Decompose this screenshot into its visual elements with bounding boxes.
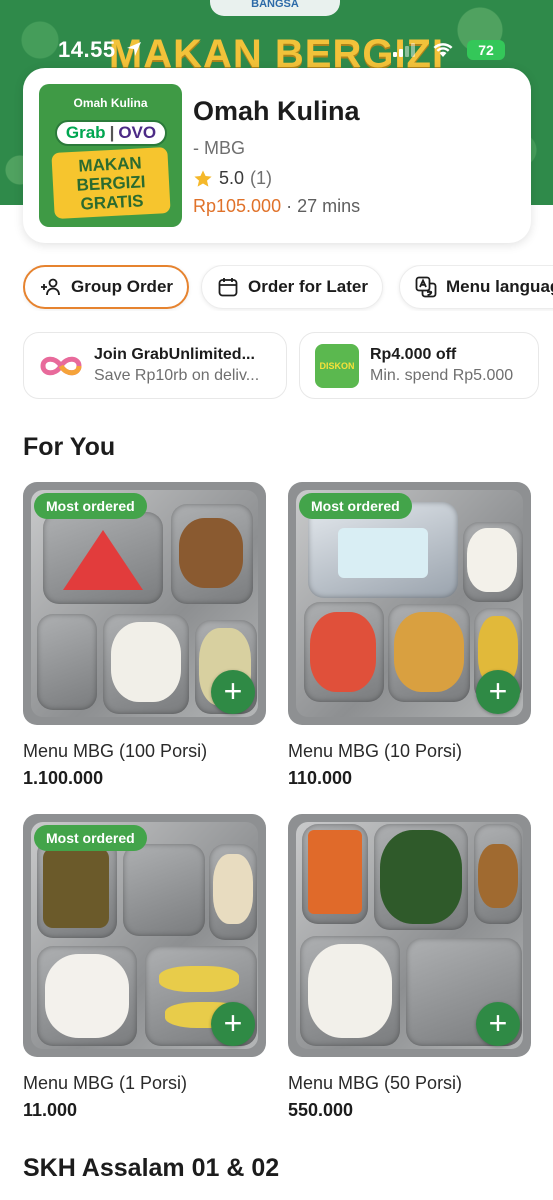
rating-value: 5.0 [219, 168, 245, 188]
promo-title: Join GrabUnlimited... [94, 346, 255, 363]
item-name: Menu MBG (10 Porsi) [288, 741, 463, 761]
menu-item-image[interactable]: Most ordered + [23, 814, 266, 1057]
menu-item-card[interactable]: Most ordered + Menu MBG (10 Porsi) 110.0… [288, 482, 531, 789]
group-add-icon [41, 278, 60, 296]
section-title-for-you: For You [23, 433, 116, 461]
store-logo: Omah Kulina Grab | OVO MAKAN BERGIZI GRA… [39, 84, 182, 227]
logo-brand-left: Grab [65, 123, 106, 142]
diskon-icon-text: DISKON [315, 343, 359, 388]
battery-indicator: 72 [467, 40, 505, 60]
promo-subtitle: Min. spend Rp5.000 [370, 367, 514, 384]
item-price: 550.000 [288, 1100, 354, 1120]
item-name: Menu MBG (100 Porsi) [23, 741, 208, 761]
diskon-icon: DISKON [314, 343, 360, 389]
add-to-cart-button[interactable]: + [476, 1002, 520, 1046]
menu-item-card[interactable]: + Menu MBG (50 Porsi) 550.000 [288, 814, 531, 1121]
chip-label: Menu languag [446, 277, 553, 296]
store-info-card: Omah Kulina Grab | OVO MAKAN BERGIZI GRA… [23, 68, 531, 243]
store-name: Omah Kulina [193, 96, 360, 126]
chip-label: Order for Later [248, 277, 368, 296]
order-for-later-chip[interactable]: Order for Later [201, 265, 383, 309]
promo-discount[interactable]: DISKON Rp4.000 off Min. spend Rp5.000 [299, 332, 539, 399]
calendar-icon [218, 278, 238, 297]
logo-brand-right: OVO [118, 123, 157, 142]
menu-item-card[interactable]: Most ordered + Menu MBG (1 Porsi) 11.000 [23, 814, 266, 1121]
grab-unlimited-icon [38, 343, 84, 389]
item-price: 110.000 [288, 768, 353, 788]
logo-line-3: GRATIS [80, 190, 144, 214]
menu-item-card[interactable]: Most ordered + Menu MBG (100 Porsi) 1.10… [23, 482, 266, 789]
star-icon [194, 170, 212, 187]
store-rating[interactable]: 5.0 (1) [193, 168, 272, 189]
rating-count: (1) [250, 168, 273, 188]
status-time: 14.55 [58, 37, 116, 62]
menu-item-image[interactable]: Most ordered + [288, 482, 531, 725]
action-chips-row: Group Order Order for Later Menu languag [23, 265, 553, 311]
add-to-cart-button[interactable]: + [211, 670, 255, 714]
cellular-signal-icon [393, 43, 415, 57]
item-price: 1.100.000 [23, 768, 104, 788]
promo-grab-unlimited[interactable]: Join GrabUnlimited... Save Rp10rb on del… [23, 332, 287, 399]
store-eta: · 27 mins [281, 196, 361, 216]
translate-icon [415, 276, 437, 298]
logo-top-text: Omah Kulina [73, 96, 148, 110]
menu-language-chip[interactable]: Menu languag [399, 265, 553, 309]
location-arrow-icon [127, 42, 141, 56]
promo-subtitle: Save Rp10rb on deliv... [94, 367, 260, 384]
most-ordered-badge: Most ordered [34, 493, 147, 519]
promo-title: Rp4.000 off [370, 346, 457, 363]
wifi-icon [433, 43, 453, 57]
item-name: Menu MBG (1 Porsi) [23, 1073, 188, 1093]
store-subtitle: - MBG [193, 138, 245, 158]
menu-item-image[interactable]: Most ordered + [23, 482, 266, 725]
add-to-cart-button[interactable]: + [211, 1002, 255, 1046]
group-order-chip[interactable]: Group Order [23, 265, 190, 309]
item-price: 11.000 [23, 1100, 78, 1120]
section-title-skh-assalam: SKH Assalam 01 & 02 [23, 1154, 280, 1182]
store-price: Rp105.000 [193, 196, 282, 216]
chip-label: Group Order [71, 277, 174, 296]
logo-brand-pill: Grab | OVO [55, 120, 167, 146]
store-price-eta: Rp105.000 · 27 mins [193, 196, 360, 217]
most-ordered-badge: Most ordered [299, 493, 412, 519]
menu-item-image[interactable]: + [288, 814, 531, 1057]
status-bar: 14.55 72 [0, 0, 553, 62]
add-to-cart-button[interactable]: + [476, 670, 520, 714]
logo-main-text: MAKAN BERGIZI GRATIS [51, 147, 171, 219]
item-name: Menu MBG (50 Porsi) [288, 1073, 463, 1093]
most-ordered-badge: Most ordered [34, 825, 147, 851]
